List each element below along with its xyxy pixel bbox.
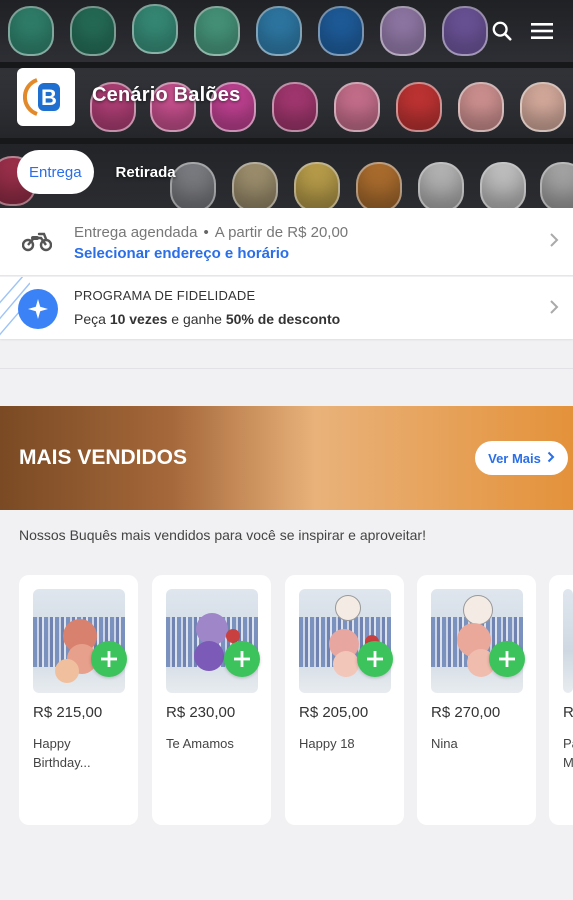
chevron-right-icon <box>549 232 559 253</box>
product-price: R$ 270,00 <box>431 704 501 721</box>
product-card[interactable]: R$ 205,00 Happy 18 <box>285 575 404 825</box>
add-to-cart-button[interactable] <box>489 641 525 677</box>
plus-icon <box>101 651 117 667</box>
product-price: R$ 205,00 <box>299 704 369 721</box>
loyalty-description: Peça 10 vezes e ganhe 50% de desconto <box>74 311 341 327</box>
store-name: Cenário Balões <box>92 84 241 106</box>
delivery-info-card[interactable] <box>0 208 573 276</box>
svg-text:B: B <box>41 85 57 110</box>
chevron-right-icon <box>549 299 559 320</box>
product-name: Happy 18 <box>299 736 355 751</box>
product-name: Happy Birthday... <box>33 736 91 770</box>
search-icon[interactable] <box>489 18 515 44</box>
delivery-min-price: A partir de R$ 20,00 <box>214 224 349 241</box>
product-price: R$ 215,00 <box>33 704 103 721</box>
star-badge-icon <box>18 289 58 329</box>
see-more-button[interactable]: Ver Mais <box>475 441 568 475</box>
delivery-type: Entrega agendada <box>74 224 198 241</box>
product-card[interactable]: R$ 230,00 Te Amamos <box>152 575 271 825</box>
product-name: Nina <box>431 736 458 751</box>
menu-icon[interactable] <box>529 18 555 44</box>
product-name: Pa M <box>563 736 573 770</box>
plus-icon <box>367 651 383 667</box>
section-title: MAIS VENDIDOS <box>19 446 188 469</box>
tab-pickup[interactable]: Retirada <box>116 164 176 181</box>
section-divider <box>0 368 573 369</box>
delivery-summary: Entrega agendada • A partir de R$ 20,00 <box>74 224 349 241</box>
add-to-cart-button[interactable] <box>91 641 127 677</box>
loyalty-program-card[interactable] <box>0 277 573 339</box>
plus-icon <box>234 651 250 667</box>
product-card[interactable]: R$ 215,00 Happy Birthday... <box>19 575 138 825</box>
section-subtitle: Nossos Buquês mais vendidos para você se… <box>19 527 426 543</box>
add-to-cart-button[interactable] <box>357 641 393 677</box>
product-card[interactable]: R Pa M <box>549 575 573 825</box>
product-price: R$ 230,00 <box>166 704 236 721</box>
select-address-link[interactable]: Selecionar endereço e horário <box>74 245 289 262</box>
product-image <box>563 589 573 693</box>
product-price: R <box>563 704 573 721</box>
store-logo: B <box>17 68 75 126</box>
tab-delivery[interactable]: Entrega <box>17 150 94 194</box>
product-name: Te Amamos <box>166 736 234 751</box>
motorcycle-icon <box>21 230 53 257</box>
chevron-right-icon <box>547 451 555 466</box>
plus-icon <box>499 651 515 667</box>
loyalty-title: PROGRAMA DE FIDELIDADE <box>74 288 256 303</box>
product-card[interactable]: R$ 270,00 Nina <box>417 575 536 825</box>
add-to-cart-button[interactable] <box>224 641 260 677</box>
